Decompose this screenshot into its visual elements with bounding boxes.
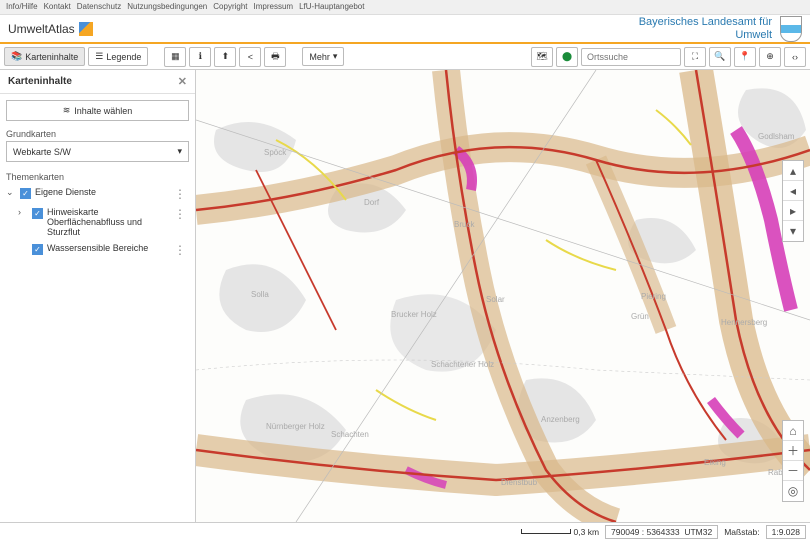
logo-icon [79,22,93,36]
mehr-button[interactable]: Mehr ▾ [302,47,344,66]
layer-hinweiskarte[interactable]: ›✓Hinweiskarte Oberflächenabfluss und St… [6,204,189,240]
nav-link[interactable]: Nutzungsbedingungen [127,2,207,12]
grundkarten-label: Grundkarten [6,129,189,139]
pan-left-icon[interactable]: ◂ [783,181,803,201]
export-icon[interactable]: ⬆ [214,47,236,67]
scale-label: Maßstab: [724,527,759,537]
themenkarten-label: Themenkarten [6,172,189,182]
pan-up-icon[interactable]: ▴ [783,161,803,181]
karteninhalte-button[interactable]: 📚 Karteninhalte [4,47,85,66]
share-icon[interactable]: < [239,47,261,67]
menu-dots-icon[interactable]: ⋮ [171,207,189,221]
search-extent-icon[interactable]: ⛶ [684,47,706,67]
nav-link[interactable]: Datenschutz [77,2,121,12]
close-icon[interactable]: ✕ [178,75,187,88]
scale-bar: 0,3 km [521,527,600,537]
footer: 0,3 km 790049 : 5364333 UTM32 Maßstab: 1… [0,522,810,540]
print-icon[interactable]: 🖶 [264,47,286,67]
coords-readout: 790049 : 5364333 UTM32 [605,525,718,539]
zoom-coords-icon[interactable]: 🔍 [709,47,731,67]
checkbox-icon[interactable]: ✓ [32,244,43,255]
header: UmweltAtlas Bayerisches Landesamt fürUmw… [0,14,810,42]
globe-icon[interactable]: ⊕ [759,47,781,67]
layers-icon[interactable]: ▦ [164,47,186,67]
nav-link[interactable]: Copyright [213,2,247,12]
basemap-icon[interactable]: 🗺 [531,47,553,67]
layer-eigene-dienste[interactable]: ⌄✓Eigene Dienste ⋮ [6,184,189,204]
bavaria-crest-icon [780,16,802,42]
settings-icon[interactable]: ‹› [784,47,806,67]
checkbox-icon[interactable]: ✓ [32,208,43,219]
map-nav-controls: ▴ ◂ ▸ ▾ [782,160,804,242]
layer-wassersensible[interactable]: ›✓Wassersensible Bereiche ⋮ [6,240,189,260]
brand-text: UmweltAtlas [8,22,75,36]
menu-dots-icon[interactable]: ⋮ [171,243,189,257]
map-zoom-controls: ⌂ ＋ － ◎ [782,420,804,502]
basemap-select[interactable]: Webkarte S/W▾ [6,141,189,162]
nav-link[interactable]: Kontakt [44,2,71,12]
nav-link[interactable]: Impressum [254,2,294,12]
top-nav: Info/Hilfe Kontakt Datenschutz Nutzungsb… [0,0,810,14]
panel-title: Karteninhalte [8,76,72,87]
map-canvas[interactable]: Spöck Dorf Solla Bruck Solar Brucker Hol… [196,70,810,522]
sidebar: Karteninhalte ✕ ≋ Inhalte wählen Grundka… [0,70,196,522]
scale-value[interactable]: 1:9.028 [766,525,806,539]
pin-icon[interactable]: ⬤ [556,47,578,67]
menu-dots-icon[interactable]: ⋮ [171,187,189,201]
zoom-out-icon[interactable]: － [783,461,803,481]
toolbar: 📚 Karteninhalte ☰ Legende ▦ ℹ ⬆ < 🖶 Mehr… [0,44,810,70]
checkbox-icon[interactable]: ✓ [20,188,31,199]
nav-link[interactable]: Info/Hilfe [6,2,38,12]
search-input[interactable] [581,48,681,66]
locate-icon[interactable]: 📍 [734,47,756,67]
org-name: Bayerisches Landesamt fürUmwelt [639,16,772,40]
info-icon[interactable]: ℹ [189,47,211,67]
pan-down-icon[interactable]: ▾ [783,221,803,241]
pan-right-icon[interactable]: ▸ [783,201,803,221]
target-icon[interactable]: ◎ [783,481,803,501]
nav-link[interactable]: LfU-Hauptangebot [299,2,364,12]
legende-button[interactable]: ☰ Legende [88,47,148,66]
zoom-in-icon[interactable]: ＋ [783,441,803,461]
home-icon[interactable]: ⌂ [783,421,803,441]
brand-logo[interactable]: UmweltAtlas [8,22,93,36]
select-content-button[interactable]: ≋ Inhalte wählen [6,100,189,121]
